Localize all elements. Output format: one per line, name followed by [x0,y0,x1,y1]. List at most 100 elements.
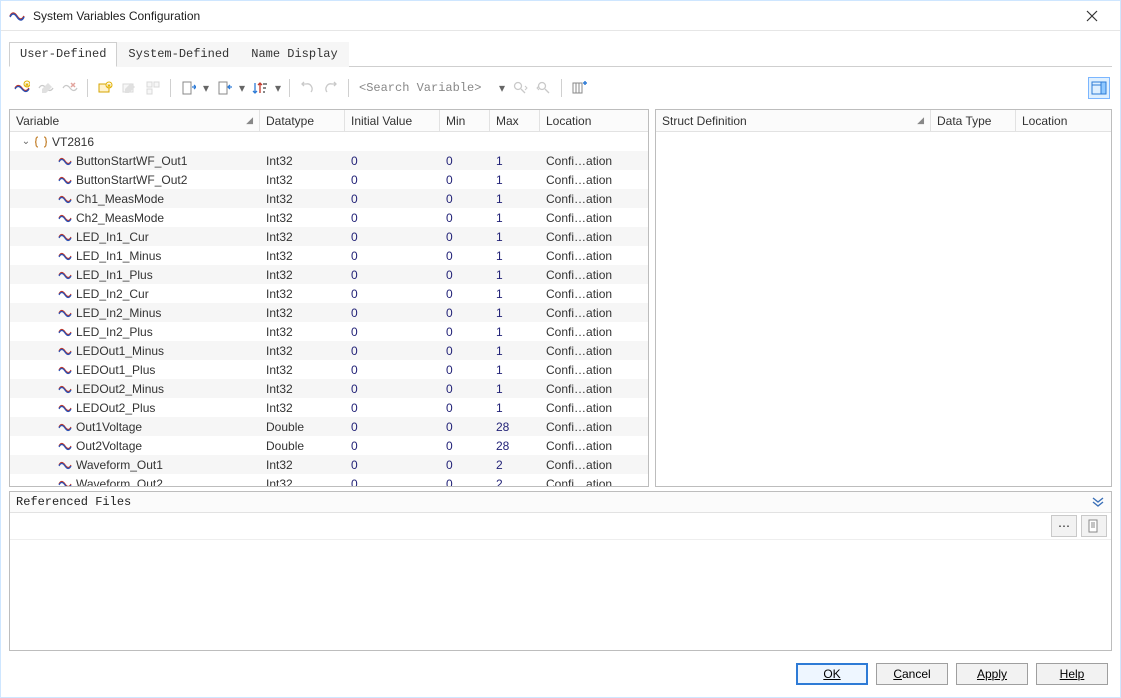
variable-row[interactable]: LED_In2_CurInt32001Confi…ation [10,284,648,303]
col-struct[interactable]: Struct Definition ◢ [656,110,931,131]
undo-button[interactable] [296,77,318,99]
add-column-button[interactable] [568,77,590,99]
variable-row[interactable]: LEDOut1_MinusInt32001Confi…ation [10,341,648,360]
cell-datatype: Int32 [260,230,345,244]
cell-initial: 0 [345,325,440,339]
delete-variable-button[interactable] [59,77,81,99]
variables-tree[interactable]: ⌄VT2816ButtonStartWF_Out1Int32001Confi…a… [10,132,648,486]
sort-asc-icon: ◢ [246,115,253,126]
toggle-struct-pane-button[interactable] [1088,77,1110,99]
variable-wave-icon [58,306,72,320]
namespace-icon [34,135,48,149]
export-button[interactable] [177,77,199,99]
find-next-button[interactable] [509,77,531,99]
help-button[interactable]: Help [1036,663,1108,685]
cell-max: 28 [490,420,540,434]
new-variable-button[interactable]: ✱ [11,77,33,99]
col-max[interactable]: Max [490,110,540,131]
cell-datatype: Double [260,439,345,453]
variable-row[interactable]: LEDOut2_PlusInt32001Confi…ation [10,398,648,417]
variable-row[interactable]: LED_In2_MinusInt32001Confi…ation [10,303,648,322]
svg-text:✱: ✱ [25,83,29,89]
cell-location: Confi…ation [540,477,648,487]
variable-name: LEDOut1_Minus [76,344,164,358]
cell-location: Confi…ation [540,401,648,415]
cell-initial: 0 [345,154,440,168]
tab-name-display[interactable]: Name Display [240,42,348,67]
variable-row[interactable]: LEDOut2_MinusInt32001Confi…ation [10,379,648,398]
cell-datatype: Int32 [260,401,345,415]
col-struct-location[interactable]: Location [1016,110,1111,131]
redo-button[interactable] [320,77,342,99]
tab-user-defined[interactable]: User-Defined [9,42,117,67]
variable-row[interactable]: Ch1_MeasModeInt32001Confi…ation [10,189,648,208]
variable-wave-icon [58,363,72,377]
namespace-row[interactable]: ⌄VT2816 [10,132,648,151]
cell-initial: 0 [345,192,440,206]
variable-row[interactable]: Out2VoltageDouble0028Confi…ation [10,436,648,455]
browse-file-button[interactable]: ⋯ [1051,515,1077,537]
find-prev-button[interactable] [533,77,555,99]
cancel-button[interactable]: Cancel [876,663,948,685]
variable-row[interactable]: LED_In2_PlusInt32001Confi…ation [10,322,648,341]
variable-row[interactable]: LED_In1_PlusInt32001Confi…ation [10,265,648,284]
variable-row[interactable]: ButtonStartWF_Out2Int32001Confi…ation [10,170,648,189]
col-datatype[interactable]: Datatype [260,110,345,131]
col-min[interactable]: Min [440,110,490,131]
variable-row[interactable]: Out1VoltageDouble0028Confi…ation [10,417,648,436]
import-button[interactable] [213,77,235,99]
window-title: System Variables Configuration [33,9,1072,23]
cell-location: Confi…ation [540,211,648,225]
edit-namespace-button[interactable] [118,77,140,99]
cell-initial: 0 [345,211,440,225]
cell-location: Confi…ation [540,439,648,453]
edit-variable-button[interactable] [35,77,57,99]
variable-row[interactable]: LED_In1_CurInt32001Confi…ation [10,227,648,246]
collapse-button[interactable] [1091,497,1105,507]
col-struct-datatype[interactable]: Data Type [931,110,1016,131]
cell-max: 1 [490,382,540,396]
cell-min: 0 [440,477,490,487]
col-initial[interactable]: Initial Value [345,110,440,131]
variable-name: Ch1_MeasMode [76,192,164,206]
variable-row[interactable]: LEDOut1_PlusInt32001Confi…ation [10,360,648,379]
cell-max: 1 [490,192,540,206]
export-dropdown[interactable]: ▾ [201,77,211,99]
variable-row[interactable]: Ch2_MeasModeInt32001Confi…ation [10,208,648,227]
variable-row[interactable]: Waveform_Out1Int32002Confi…ation [10,455,648,474]
close-button[interactable] [1072,1,1112,30]
col-variable[interactable]: Variable ◢ [10,110,260,131]
cell-location: Confi…ation [540,192,648,206]
variable-wave-icon [58,154,72,168]
variable-row[interactable]: Waveform_Out2Int32002Confi…ation [10,474,648,486]
cell-datatype: Int32 [260,458,345,472]
new-file-button[interactable] [1081,515,1107,537]
col-location[interactable]: Location [540,110,648,131]
variable-wave-icon [58,458,72,472]
variable-wave-icon [58,230,72,244]
cell-max: 1 [490,173,540,187]
cell-datatype: Double [260,420,345,434]
sort-button[interactable] [249,77,271,99]
cell-location: Confi…ation [540,268,648,282]
expand-toggle[interactable]: ⌄ [20,136,32,147]
search-input[interactable]: <Search Variable> [355,79,495,97]
variable-name: Out2Voltage [76,439,142,453]
ok-label: OK [823,667,840,681]
apply-button[interactable]: Apply [956,663,1028,685]
variable-wave-icon [58,173,72,187]
cell-min: 0 [440,230,490,244]
cell-location: Confi…ation [540,173,648,187]
variable-row[interactable]: LED_In1_MinusInt32001Confi…ation [10,246,648,265]
search-dropdown[interactable]: ▾ [497,77,507,99]
ok-button[interactable]: OK [796,663,868,685]
cell-initial: 0 [345,306,440,320]
tab-system-defined[interactable]: System-Defined [117,42,240,67]
variable-row[interactable]: ButtonStartWF_Out1Int32001Confi…ation [10,151,648,170]
close-icon [1086,10,1098,22]
import-dropdown[interactable]: ▾ [237,77,247,99]
sort-dropdown[interactable]: ▾ [273,77,283,99]
sort-asc-icon: ◢ [917,115,924,126]
new-namespace-button[interactable]: ✱ [94,77,116,99]
struct-edit-button[interactable] [142,77,164,99]
